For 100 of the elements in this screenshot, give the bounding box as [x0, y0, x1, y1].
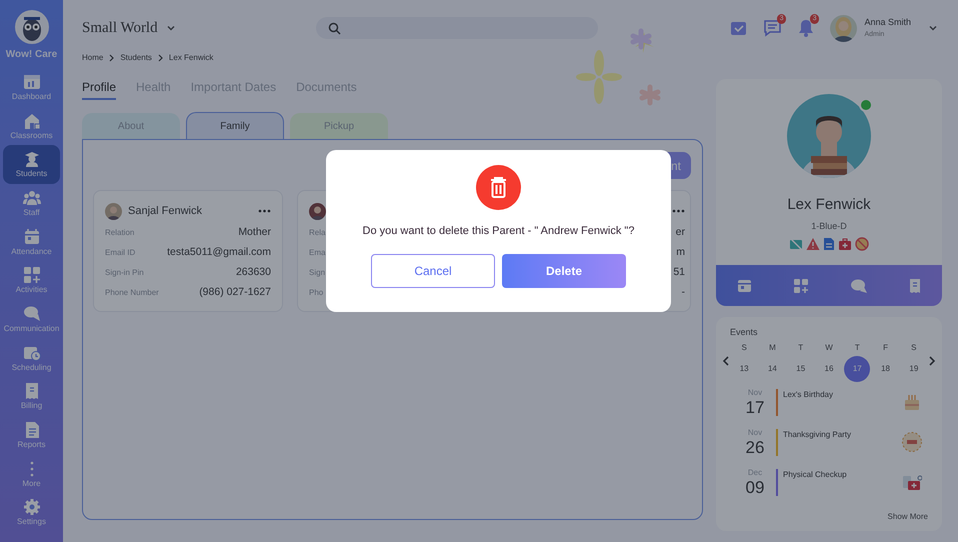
weekday-label: T	[854, 342, 861, 354]
field-label: Ema	[309, 247, 326, 259]
event-day: 26	[746, 438, 764, 456]
more-options-icon[interactable]	[258, 209, 271, 213]
field-value: testa5011@gmail.com	[167, 245, 271, 260]
student-name: Lex Fenwick	[787, 195, 871, 215]
chevron-right-icon	[156, 54, 164, 62]
dashboard-icon	[22, 72, 40, 91]
event-day: 17	[746, 398, 764, 416]
events-title: Events	[729, 326, 759, 339]
calendar-day[interactable]: 15	[788, 356, 814, 382]
trash-icon	[476, 165, 521, 210]
weekday-label: S	[910, 342, 918, 354]
sidebar-item[interactable]: Dashboard	[3, 68, 60, 107]
field-label: Pho	[309, 287, 324, 299]
weekday-label: W	[824, 342, 834, 354]
school-building-icon	[22, 112, 40, 130]
event-title[interactable]: Physical Checkup	[783, 464, 847, 480]
chevron-left-icon[interactable]	[722, 356, 730, 366]
sidebar-item[interactable]: Settings	[3, 494, 60, 532]
chevron-right-icon	[108, 54, 116, 62]
event-month: Nov	[748, 428, 762, 438]
calendar-day[interactable]: 13	[731, 356, 758, 382]
user-name: Anna Smith	[864, 16, 911, 29]
sidebar-item[interactable]: Staff	[3, 184, 60, 223]
flower-icon	[639, 84, 661, 106]
field-value: 51	[673, 265, 685, 280]
calendar-day[interactable]: 14	[759, 356, 786, 382]
sidebar-item[interactable]: Students	[3, 145, 60, 184]
flower-icon	[576, 50, 622, 104]
sidebar-item[interactable]: Communication	[3, 300, 60, 339]
camera-off-icon	[789, 237, 803, 251]
event-title[interactable]: Thanksgiving Party	[783, 424, 852, 440]
student-class: 1-Blue-D	[811, 220, 847, 232]
chevron-down-icon[interactable]	[928, 23, 938, 33]
sidebar-item[interactable]: Reports	[3, 416, 60, 455]
bell-icon[interactable]	[798, 19, 814, 37]
field-value: (986) 027-1627	[199, 285, 271, 300]
field-label: Phone Number	[105, 287, 159, 299]
calendar-icon	[22, 228, 40, 246]
sidebar-item[interactable]: Classrooms	[3, 106, 60, 146]
calendar-check-icon[interactable]	[730, 20, 748, 36]
calendar-day[interactable]: 16	[816, 356, 842, 382]
field-label: Rela	[309, 227, 326, 239]
more-icon	[30, 460, 34, 478]
field-value: er	[676, 225, 685, 240]
field-label: Relation	[105, 227, 134, 239]
cancel-button[interactable]: Cancel	[371, 254, 495, 288]
field-value: m	[676, 245, 685, 260]
family-tab[interactable]: Family	[186, 112, 284, 139]
sidebar-item[interactable]: Scheduling	[3, 338, 60, 378]
bill-icon[interactable]	[909, 278, 922, 294]
field-label: Email ID	[105, 247, 136, 259]
breadcrumb-link[interactable]: Home	[82, 52, 104, 64]
search-field[interactable]	[316, 17, 598, 39]
no-food-icon	[855, 237, 869, 251]
delete-button[interactable]: Delete	[502, 254, 626, 288]
sidebar-item[interactable]: More	[3, 454, 60, 494]
calendar-day[interactable]: 19	[900, 356, 927, 382]
weekday-label: M	[768, 342, 777, 354]
event-month: Dec	[748, 468, 762, 478]
warning-icon	[806, 237, 820, 251]
sidebar-item[interactable]: Activities	[3, 261, 60, 300]
sidebar-item[interactable]: Billing	[3, 378, 60, 416]
dialog-message: Do you want to delete this Parent - " Andrew Fenwick "?	[362, 224, 634, 239]
party-badge-icon	[902, 432, 922, 452]
breadcrumb-link[interactable]: Students	[120, 52, 152, 64]
weekday-label: S	[740, 342, 748, 354]
first-aid-kit-icon	[838, 237, 852, 251]
more-options-icon[interactable]	[672, 209, 685, 213]
field-label: Sign	[309, 267, 326, 279]
search-icon	[328, 22, 341, 34]
cake-icon	[902, 392, 922, 412]
chevron-right-icon[interactable]	[928, 356, 936, 366]
calendar-day[interactable]: 18	[872, 356, 899, 382]
calendar-day[interactable]: 17	[844, 356, 870, 382]
apps-add-icon	[22, 266, 40, 284]
settings-icon	[22, 498, 40, 516]
event-day: 09	[746, 478, 764, 496]
app-name: Wow! Care	[6, 48, 58, 62]
weekday-label: T	[797, 342, 804, 354]
show-more-link[interactable]: Show More	[888, 511, 936, 523]
field-value: 263630	[236, 265, 271, 280]
breadcrumb-link[interactable]: Lex Fenwick	[168, 52, 214, 64]
calendar-icon[interactable]	[736, 278, 752, 293]
chat-icon[interactable]	[850, 278, 868, 294]
apps-add-icon[interactable]	[792, 278, 809, 294]
document-icon	[823, 237, 835, 251]
graduate-icon	[22, 150, 40, 168]
sidebar-item[interactable]: Attendance	[3, 222, 60, 262]
chat-icon	[22, 304, 40, 323]
field-value: -	[682, 285, 685, 300]
weekday-label: F	[882, 342, 889, 354]
parent-name: Sanjal Fenwick	[128, 204, 202, 219]
event-month: Nov	[748, 388, 762, 398]
event-title[interactable]: Lex's Birthday	[783, 384, 833, 400]
chevron-down-icon[interactable]	[166, 23, 176, 33]
school-name: Small World	[82, 18, 158, 38]
message-icon[interactable]	[763, 19, 782, 37]
profile-tab[interactable]: Profile	[82, 78, 116, 100]
